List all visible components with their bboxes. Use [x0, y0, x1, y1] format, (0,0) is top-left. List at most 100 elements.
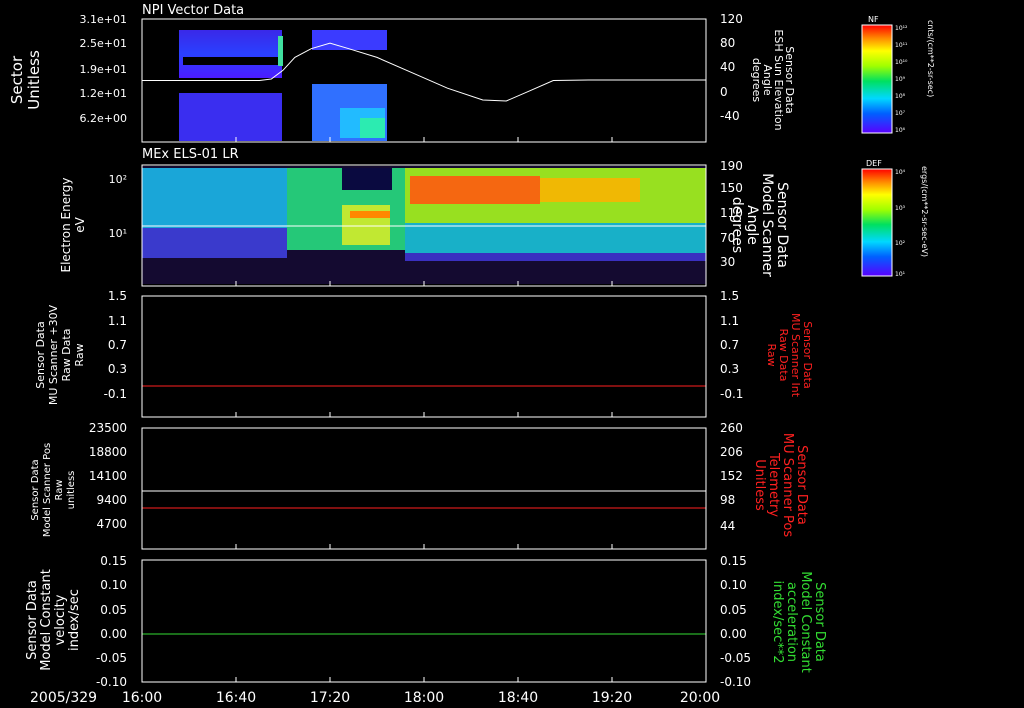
npi-colorbar-tick: 10⁷ [895, 110, 906, 117]
els-band-low-a2 [142, 228, 287, 258]
npi-colorbar-tick: 10⁹ [895, 76, 906, 83]
npi-colorbar-label: NF [868, 15, 879, 24]
model-constant-ytick-label: 0.00 [100, 627, 127, 641]
npi-ylabel-line: Unitless [25, 50, 43, 110]
npi-colorbar-tick: 10¹² [895, 25, 908, 32]
npi-colorbar-tick: 10¹⁰ [895, 59, 908, 66]
els-band-c-low [405, 223, 706, 253]
scanner-pos-ytick-label: 14100 [89, 469, 127, 483]
els-band-c-red [410, 176, 540, 204]
model-constant-ylabel-line: Sensor Data [25, 580, 40, 660]
mu-raw-ylabel-line: Sensor Data [34, 321, 47, 388]
model-constant-ytick-label: 0.05 [100, 603, 127, 617]
npi-left-label: Sector Unitless [8, 50, 43, 110]
npi-rtick-label: -40 [720, 109, 740, 123]
scanner-pos-ytick-label: 18800 [89, 445, 127, 459]
scanner-pos-rtick-label: 260 [720, 421, 743, 435]
npi-block-b-top [312, 30, 387, 50]
model-constant-rtick-label: 0.05 [720, 603, 747, 617]
els-left-label: Electron Energy eV [59, 177, 87, 272]
npi-ylabel-line: Sector [8, 55, 26, 104]
els-ytick-label: 10¹ [109, 227, 127, 240]
scanner-pos-rtick-label: 44 [720, 519, 735, 533]
mu-raw-ytick-label: 1.5 [108, 289, 127, 303]
els-rtick-label: 190 [720, 159, 743, 173]
els-band-c-orange [540, 178, 640, 202]
panel-model-constant-frame [141, 559, 707, 683]
model-constant-rlabel-line: Sensor Data [812, 582, 827, 662]
els-colorbar-unit: ergs/(cm**2-sr-sec-eV) [920, 166, 929, 257]
mu-raw-ylabel-line: MU Scanner +30V [47, 304, 60, 405]
mu-raw-right-label: Sensor Data MU Scanner Int Raw Data Raw [765, 313, 814, 398]
els-band-b-dark [342, 168, 392, 190]
mu-raw-rtick-label: 1.5 [720, 289, 739, 303]
els-rlabel-line: Model Scanner [759, 173, 775, 277]
model-constant-rtick-label: 0.15 [720, 554, 747, 568]
model-constant-ytick-label: 0.15 [100, 554, 127, 568]
els-ylabel-line: Electron Energy [59, 177, 73, 272]
time-tick-label: 17:20 [310, 690, 350, 706]
npi-block-a-bot [179, 93, 282, 141]
npi-ytick-label: 1.2e+01 [80, 87, 127, 100]
scanner-pos-ytick-label: 9400 [96, 493, 127, 507]
npi-block-a-top [179, 30, 282, 78]
npi-block-a-gap [183, 57, 278, 65]
scanner-pos-rlabel-line: Telemetry [766, 452, 781, 517]
els-colorbar-gradient [862, 169, 892, 276]
scanner-pos-ylabel-line: Raw [54, 479, 65, 500]
plot-canvas: NPI Vector Data 3.1e+01 2.5e+01 1.9e+01 … [8, 3, 935, 706]
model-constant-ylabel-line: velocity [53, 594, 68, 645]
npi-right-ticks: 120 80 40 0 -40 [720, 12, 743, 123]
npi-ytick-label: 3.1e+01 [80, 13, 127, 26]
model-constant-rlabel-line: Model Constant [798, 571, 813, 673]
mu-raw-ytick-label: 0.7 [108, 338, 127, 352]
time-axis: 2005/329 16:00 16:40 17:20 18:00 18:40 1… [30, 690, 720, 706]
model-constant-rlabel-line: acceleration [784, 582, 799, 662]
mu-raw-right-ticks: 1.5 1.1 0.7 0.3 -0.1 [720, 289, 743, 401]
model-constant-rtick-label: -0.10 [720, 675, 751, 689]
npi-block-a-edge [278, 36, 283, 66]
npi-colorbar-tick: 10¹¹ [895, 42, 908, 49]
els-band-low-a [142, 168, 287, 228]
panel-mu-raw-frame [141, 295, 707, 418]
els-band-b-hot2 [350, 211, 390, 218]
npi-spectrogram [179, 30, 387, 141]
npi-rlabel-line: degrees [750, 58, 763, 103]
els-rlabel-line: Angle [744, 205, 760, 245]
scanner-pos-rtick-label: 98 [720, 493, 735, 507]
scanner-pos-left-ticks: 23500 18800 14100 9400 4700 [89, 421, 127, 531]
model-constant-left-label: Sensor Data Model Constant velocity inde… [25, 569, 82, 671]
time-tick-label: 16:40 [216, 690, 256, 706]
mu-raw-left-label: Sensor Data MU Scanner +30V Raw Data Raw [34, 304, 86, 405]
mu-raw-rtick-label: 0.3 [720, 362, 739, 376]
els-colorbar-tick: 10¹ [895, 271, 906, 278]
time-tick-label: 18:40 [498, 690, 538, 706]
time-tick-label: 19:20 [592, 690, 632, 706]
mu-raw-ylabel-line: Raw [73, 343, 86, 366]
panel-els-title: MEx ELS-01 LR [142, 147, 239, 162]
els-rlabel-line: Sensor Data [774, 182, 790, 268]
npi-colorbar-tick: 10⁶ [895, 127, 906, 134]
scanner-pos-ytick-label: 4700 [96, 517, 127, 531]
npi-ytick-label: 1.9e+01 [80, 63, 127, 76]
mu-raw-rtick-label: 1.1 [720, 314, 739, 328]
model-constant-ytick-label: -0.10 [96, 675, 127, 689]
panel-mu-raw: 1.5 1.1 0.7 0.3 -0.1 Sensor Data MU Scan… [34, 289, 814, 418]
panel-scanner-pos-frame [141, 427, 707, 550]
mu-raw-rtick-label: -0.1 [720, 387, 743, 401]
model-constant-rtick-label: 0.10 [720, 578, 747, 592]
scanner-pos-left-label: Sensor Data Model Scanner Pos Raw unitle… [30, 443, 77, 537]
time-tick-label: 16:00 [122, 690, 162, 706]
els-colorbar-tick: 10³ [895, 205, 906, 212]
scanner-pos-rtick-label: 152 [720, 469, 743, 483]
model-constant-ylabel-line: index/sec [67, 589, 82, 651]
model-constant-ylabel-line: Model Constant [39, 569, 54, 671]
mu-raw-left-ticks: 1.5 1.1 0.7 0.3 -0.1 [104, 289, 127, 401]
npi-rtick-label: 0 [720, 85, 728, 99]
time-tick-label: 18:00 [404, 690, 444, 706]
mu-raw-ylabel-line: Raw Data [60, 329, 73, 382]
els-rtick-label: 150 [720, 181, 743, 195]
els-spectrogram [142, 166, 706, 284]
panel-npi: NPI Vector Data 3.1e+01 2.5e+01 1.9e+01 … [8, 3, 935, 143]
els-band-c-low2 [405, 253, 706, 261]
